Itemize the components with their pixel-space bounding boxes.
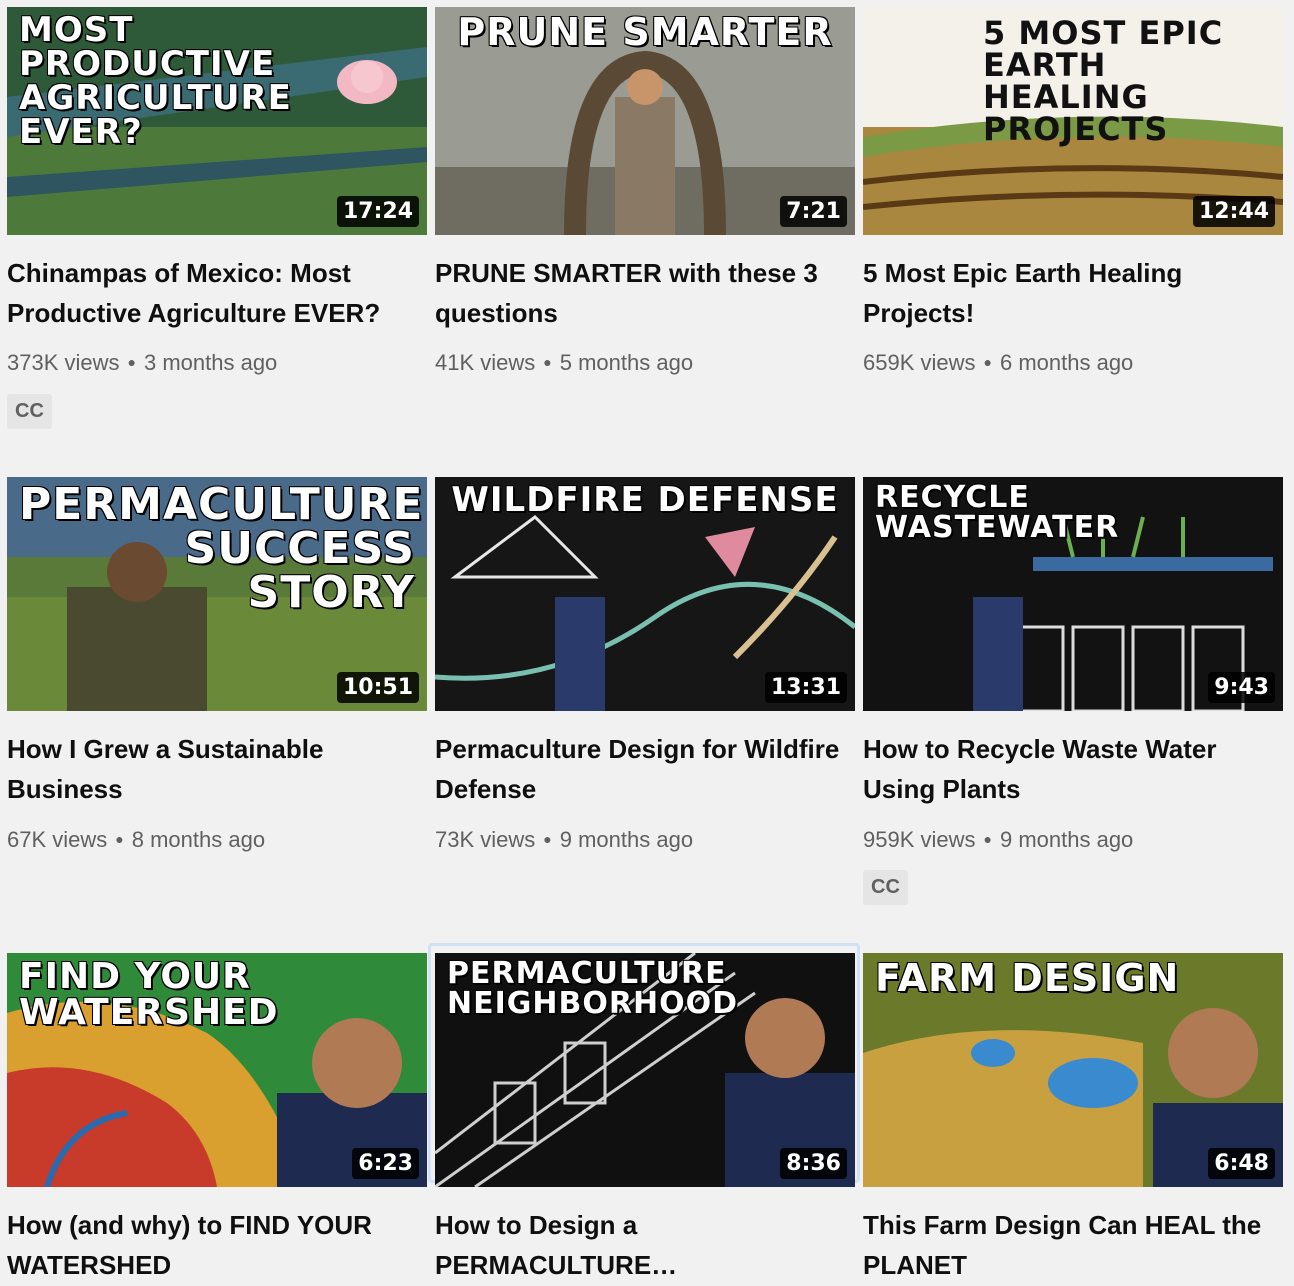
video-thumbnail[interactable]: Most Productive Agriculture Ever? 17:24	[7, 7, 427, 235]
video-meta: 659K views ● 6 months ago	[863, 350, 1133, 376]
duration-badge: 7:21	[780, 196, 847, 227]
separator-dot: ●	[543, 831, 552, 847]
separator-dot: ●	[983, 831, 992, 847]
view-count: 373K views	[7, 350, 120, 375]
view-count: 659K views	[863, 350, 976, 375]
duration-badge: 12:44	[1192, 196, 1275, 227]
separator-dot: ●	[983, 354, 992, 370]
video-thumbnail[interactable]: Find Your Watershed 6:23	[7, 953, 427, 1187]
separator-dot: ●	[115, 831, 124, 847]
view-count: 67K views	[7, 827, 108, 852]
video-title[interactable]: PRUNE SMARTER with these 3 questions	[435, 253, 845, 333]
upload-age: 9 months ago	[999, 827, 1134, 852]
duration-badge: 10:51	[336, 672, 419, 703]
video-meta: 41K views ● 5 months ago	[435, 350, 693, 376]
video-thumbnail[interactable]: Wildfire Defense 13:31	[435, 477, 855, 711]
video-title[interactable]: Chinampas of Mexico: Most Productive Agr…	[7, 253, 417, 333]
video-title[interactable]: How to Design a PERMACULTURE…	[435, 1205, 845, 1285]
thumbnail-caption: Find Your Watershed	[19, 956, 279, 1033]
video-thumbnail[interactable]: 5 Most Epic Earth Healing Projects 12:44	[863, 7, 1283, 235]
duration-badge: 13:31	[764, 672, 847, 703]
video-title[interactable]: How (and why) to FIND YOUR WATERSHED	[7, 1205, 417, 1285]
video-meta: 373K views ● 3 months ago	[7, 350, 277, 376]
upload-age: 9 months ago	[559, 827, 694, 852]
upload-age: 3 months ago	[143, 350, 278, 375]
upload-age: 8 months ago	[131, 827, 266, 852]
video-thumbnail[interactable]: Permaculture Neighborhood 8:36	[435, 953, 855, 1187]
thumbnail-caption: Wildfire Defense	[451, 480, 839, 520]
video-meta: 959K views ● 9 months ago	[863, 827, 1133, 853]
separator-dot: ●	[543, 354, 552, 370]
thumbnail-caption: Most Productive Agriculture Ever?	[19, 10, 292, 152]
cc-badge: CC	[863, 870, 908, 905]
video-title[interactable]: This Farm Design Can HEAL the PLANET	[863, 1205, 1273, 1285]
view-count: 959K views	[863, 827, 976, 852]
duration-badge: 6:23	[352, 1148, 419, 1179]
thumbnail-caption: Recycle Wastewater	[875, 480, 1120, 545]
thumbnail-caption: Prune Smarter	[457, 10, 833, 54]
cc-badge: CC	[7, 394, 52, 429]
duration-badge: 17:24	[336, 196, 419, 227]
view-count: 41K views	[435, 350, 536, 375]
duration-badge: 9:43	[1208, 672, 1275, 703]
duration-badge: 8:36	[780, 1148, 847, 1179]
thumbnail-caption: Farm Design	[875, 956, 1180, 1000]
video-thumbnail[interactable]: Permaculture Success Story 10:51	[7, 477, 427, 711]
thumbnail-caption: Permaculture Neighborhood	[447, 956, 738, 1021]
video-grid: Most Productive Agriculture Ever? 17:24 …	[0, 0, 1294, 1286]
thumbnail-caption: Permaculture Success Story	[19, 479, 424, 618]
video-thumbnail[interactable]: Recycle Wastewater 9:43	[863, 477, 1283, 711]
video-thumbnail[interactable]: Prune Smarter 7:21	[435, 7, 855, 235]
thumbnail-caption: 5 Most Epic Earth Healing Projects	[983, 14, 1224, 148]
video-meta: 67K views ● 8 months ago	[7, 827, 265, 853]
video-title[interactable]: How to Recycle Waste Water Using Plants	[863, 729, 1273, 809]
separator-dot: ●	[127, 354, 136, 370]
video-title[interactable]: 5 Most Epic Earth Healing Projects!	[863, 253, 1273, 333]
duration-badge: 6:48	[1208, 1148, 1275, 1179]
video-title[interactable]: How I Grew a Sustainable Business	[7, 729, 417, 809]
upload-age: 6 months ago	[999, 350, 1134, 375]
video-meta: 73K views ● 9 months ago	[435, 827, 693, 853]
upload-age: 5 months ago	[559, 350, 694, 375]
video-title[interactable]: Permaculture Design for Wildfire Defense	[435, 729, 845, 809]
video-thumbnail[interactable]: Farm Design 6:48	[863, 953, 1283, 1187]
view-count: 73K views	[435, 827, 536, 852]
